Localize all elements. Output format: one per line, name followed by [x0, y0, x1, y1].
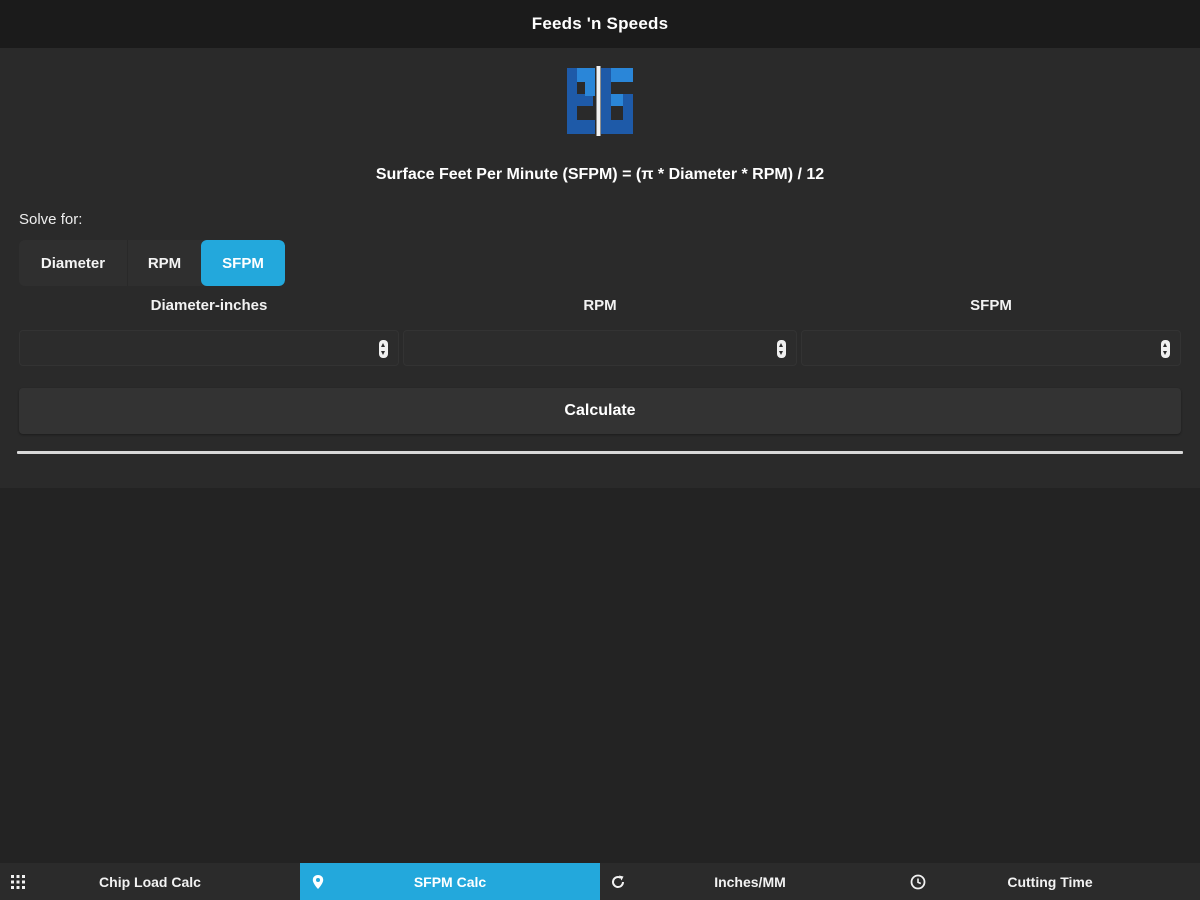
location-pin-icon — [309, 873, 327, 891]
result-divider — [17, 451, 1183, 454]
tab-sfpm-calc[interactable]: SFPM Calc — [300, 863, 600, 900]
app-window: Feeds 'n Speeds Surface Feet Per Minute … — [0, 0, 1200, 900]
sfpm-input[interactable] — [802, 331, 1150, 365]
tab-label: SFPM Calc — [413, 873, 487, 890]
refresh-icon — [609, 873, 627, 891]
solve-for-diameter-button[interactable]: Diameter — [19, 240, 127, 286]
solve-for-sfpm-button[interactable]: SFPM — [201, 240, 285, 286]
rpm-label: RPM — [583, 297, 617, 314]
sfpm-formula: Surface Feet Per Minute (SFPM) = (π * Di… — [375, 166, 825, 183]
sfpm-field-container — [801, 330, 1181, 366]
diameter-stepper-icon[interactable] — [379, 340, 388, 358]
rpm-stepper-icon[interactable] — [777, 340, 786, 358]
app-title: Feeds 'n Speeds — [531, 14, 669, 33]
tab-chip-load-calc[interactable]: Chip Load Calc — [0, 863, 300, 900]
tab-inches-mm[interactable]: Inches/MM — [600, 863, 900, 900]
tab-label: Cutting Time — [1007, 873, 1093, 890]
app-header: Feeds 'n Speeds — [0, 0, 1200, 48]
bottom-tab-bar: Chip Load Calc SFPM Calc Inches/MM Cutti… — [0, 863, 1200, 900]
solve-for-selector: Diameter RPM SFPM — [19, 240, 285, 286]
sfpm-stepper-icon[interactable] — [1161, 340, 1170, 358]
tab-label: Chip Load Calc — [99, 873, 201, 890]
diameter-field-container — [19, 330, 399, 366]
solve-for-label: Solve for: — [19, 211, 83, 228]
solve-for-rpm-button[interactable]: RPM — [127, 240, 201, 286]
diameter-input[interactable] — [20, 331, 368, 365]
diameter-label: Diameter-inches — [150, 297, 268, 314]
app-logo — [567, 66, 633, 136]
sfpm-label: SFPM — [970, 297, 1012, 314]
grid-icon — [9, 873, 27, 891]
clock-icon — [909, 873, 927, 891]
calculate-button[interactable]: Calculate — [19, 388, 1181, 434]
rpm-field-container — [403, 330, 797, 366]
tab-label: Inches/MM — [714, 873, 786, 890]
sfpm-calculator-panel: Surface Feet Per Minute (SFPM) = (π * Di… — [0, 48, 1200, 488]
rpm-input[interactable] — [404, 331, 766, 365]
tab-cutting-time[interactable]: Cutting Time — [900, 863, 1200, 900]
